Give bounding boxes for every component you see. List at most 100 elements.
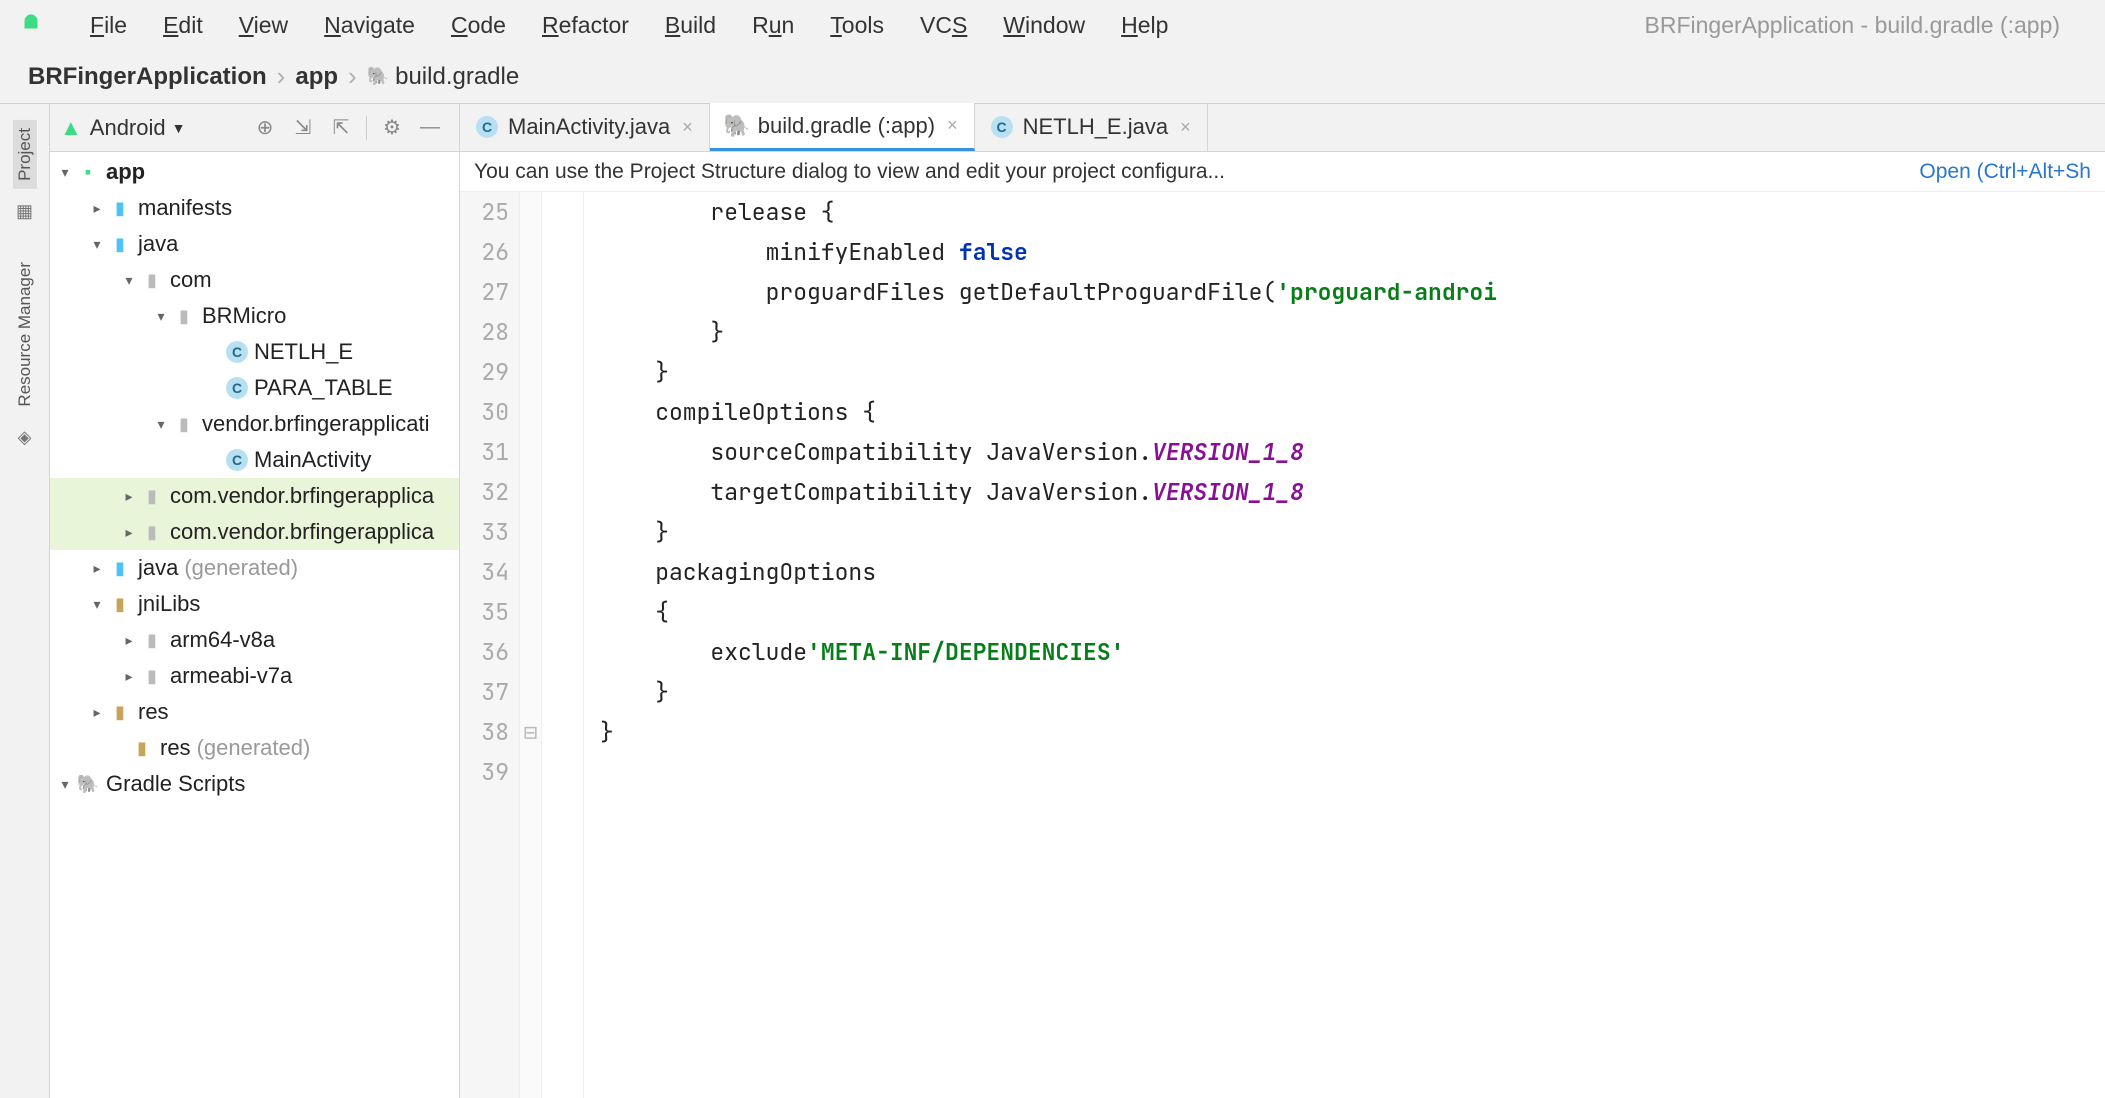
menu-view[interactable]: View <box>239 12 288 39</box>
folder-icon: ▮ <box>108 196 132 220</box>
locate-icon[interactable]: ⊕ <box>249 112 281 144</box>
tree-node-androidtest-pkg[interactable]: ▸ ▮ com.vendor.brfingerapplica <box>50 478 459 514</box>
folder-icon: ▮ <box>108 232 132 256</box>
breadcrumb-module[interactable]: app <box>295 63 338 91</box>
class-icon: C <box>226 377 248 399</box>
tab-netlh[interactable]: C NETLH_E.java × <box>975 103 1208 151</box>
chevron-right-icon: ▸ <box>118 668 140 685</box>
menu-help[interactable]: Help <box>1121 12 1168 39</box>
expand-icon[interactable]: ⇱ <box>325 112 357 144</box>
indent-guide <box>542 192 584 1098</box>
gradle-icon: 🐘 <box>726 115 748 137</box>
tree-node-vendor-pkg[interactable]: ▾ ▮ vendor.brfingerapplicati <box>50 406 459 442</box>
gradle-icon: 🐘 <box>367 66 389 87</box>
class-icon: C <box>226 449 248 471</box>
tree-node-gradle-scripts[interactable]: ▾ 🐘 Gradle Scripts <box>50 766 459 802</box>
project-rail-icon: ▦ <box>16 201 33 222</box>
gradle-icon: 🐘 <box>76 772 100 796</box>
window-title: BRFingerApplication - build.gradle (:app… <box>1645 12 2096 39</box>
menu-build[interactable]: Build <box>665 12 716 39</box>
fold-gutter[interactable]: ⊟ <box>520 192 542 1098</box>
close-icon[interactable]: × <box>682 117 693 138</box>
chevron-right-icon: › <box>277 61 286 92</box>
tool-project[interactable]: Project <box>13 120 37 189</box>
main-menu-bar: File Edit View Navigate Code Refactor Bu… <box>0 0 2105 50</box>
menu-run[interactable]: Run <box>752 12 794 39</box>
package-icon: ▮ <box>140 484 164 508</box>
breadcrumb-file[interactable]: build.gradle <box>395 63 519 91</box>
folder-icon: ▮ <box>140 664 164 688</box>
menu-edit[interactable]: Edit <box>163 12 203 39</box>
tree-node-para-table[interactable]: C PARA_TABLE <box>50 370 459 406</box>
line-number-gutter: 252627282930313233343536373839 <box>460 192 520 1098</box>
menu-window[interactable]: Window <box>1003 12 1085 39</box>
breadcrumb: BRFingerApplication › app › 🐘 build.grad… <box>0 50 2105 104</box>
project-view-dropdown[interactable]: ▲ Android ▼ <box>60 115 185 141</box>
class-icon: C <box>991 116 1013 138</box>
tree-node-armeabi[interactable]: ▸ ▮ armeabi-v7a <box>50 658 459 694</box>
tree-node-app[interactable]: ▾ ▪ app <box>50 154 459 190</box>
tool-resource-manager[interactable]: Resource Manager <box>13 254 37 415</box>
tree-node-netlh[interactable]: C NETLH_E <box>50 334 459 370</box>
tab-build-gradle[interactable]: 🐘 build.gradle (:app) × <box>710 103 975 151</box>
editor-area: C MainActivity.java × 🐘 build.gradle (:a… <box>460 104 2105 1098</box>
tree-node-brmicro[interactable]: ▾ ▮ BRMicro <box>50 298 459 334</box>
tree-node-com[interactable]: ▾ ▮ com <box>50 262 459 298</box>
minimize-icon[interactable]: — <box>414 112 446 144</box>
tab-mainactivity[interactable]: C MainActivity.java × <box>460 103 710 151</box>
tree-node-res[interactable]: ▸ ▮ res <box>50 694 459 730</box>
tree-node-mainactivity[interactable]: C MainActivity <box>50 442 459 478</box>
class-icon: C <box>226 341 248 363</box>
tree-node-res-generated[interactable]: ▮ res (generated) <box>50 730 459 766</box>
menu-refactor[interactable]: Refactor <box>542 12 629 39</box>
tree-node-java-generated[interactable]: ▸ ▮ java (generated) <box>50 550 459 586</box>
menu-navigate[interactable]: Navigate <box>324 12 415 39</box>
menu-file[interactable]: File <box>90 12 127 39</box>
menu-code[interactable]: Code <box>451 12 506 39</box>
chevron-down-icon: ▾ <box>86 236 108 253</box>
editor-tab-bar: C MainActivity.java × 🐘 build.gradle (:a… <box>460 104 2105 152</box>
tree-node-arm64[interactable]: ▸ ▮ arm64-v8a <box>50 622 459 658</box>
close-icon[interactable]: × <box>1180 117 1191 138</box>
chevron-down-icon: ▾ <box>54 164 76 181</box>
package-icon: ▮ <box>172 412 196 436</box>
module-icon: ▪ <box>76 160 100 184</box>
chevron-right-icon: ▸ <box>86 200 108 217</box>
code-content[interactable]: release { minifyEnabled false proguardFi… <box>584 192 2105 1098</box>
chevron-down-icon: ▾ <box>86 596 108 613</box>
editor-info-bar: You can use the Project Structure dialog… <box>460 152 2105 192</box>
chevron-right-icon: ▸ <box>118 524 140 541</box>
resource-manager-icon: ◈ <box>18 427 32 448</box>
folder-icon: ▮ <box>108 592 132 616</box>
chevron-right-icon: › <box>348 61 357 92</box>
collapse-icon[interactable]: ⇲ <box>287 112 319 144</box>
package-icon: ▮ <box>172 304 196 328</box>
tree-node-test-pkg[interactable]: ▸ ▮ com.vendor.brfingerapplica <box>50 514 459 550</box>
tree-node-manifests[interactable]: ▸ ▮ manifests <box>50 190 459 226</box>
breadcrumb-project[interactable]: BRFingerApplication <box>28 63 267 91</box>
class-icon: C <box>476 116 498 138</box>
project-tree: ▾ ▪ app ▸ ▮ manifests ▾ ▮ java ▾ ▮ com ▾ <box>50 152 459 804</box>
tree-node-java[interactable]: ▾ ▮ java <box>50 226 459 262</box>
project-tree-panel: ▲ Android ▼ ⊕ ⇲ ⇱ ⚙ — ▾ ▪ app ▸ ▮ manife… <box>50 104 460 1098</box>
package-icon: ▮ <box>140 268 164 292</box>
chevron-right-icon: ▸ <box>118 632 140 649</box>
info-bar-text: You can use the Project Structure dialog… <box>474 160 1905 184</box>
code-editor[interactable]: 252627282930313233343536373839 ⊟ release… <box>460 192 2105 1098</box>
left-tool-rail: Project ▦ Resource Manager ◈ <box>0 104 50 1098</box>
chevron-right-icon: ▸ <box>118 488 140 505</box>
menu-vcs[interactable]: VCS <box>920 12 967 39</box>
project-toolbar: ▲ Android ▼ ⊕ ⇲ ⇱ ⚙ — <box>50 104 459 152</box>
gear-icon[interactable]: ⚙ <box>376 112 408 144</box>
android-icon: ▲ <box>60 115 82 141</box>
package-icon: ▮ <box>140 520 164 544</box>
chevron-right-icon: ▸ <box>86 560 108 577</box>
chevron-down-icon: ▾ <box>118 272 140 289</box>
chevron-down-icon: ▾ <box>150 416 172 433</box>
folder-icon: ▮ <box>108 556 132 580</box>
close-icon[interactable]: × <box>947 115 958 136</box>
menu-tools[interactable]: Tools <box>830 12 884 39</box>
chevron-right-icon: ▸ <box>86 704 108 721</box>
info-bar-open-link[interactable]: Open (Ctrl+Alt+Sh <box>1919 160 2091 184</box>
tree-node-jnilibs[interactable]: ▾ ▮ jniLibs <box>50 586 459 622</box>
